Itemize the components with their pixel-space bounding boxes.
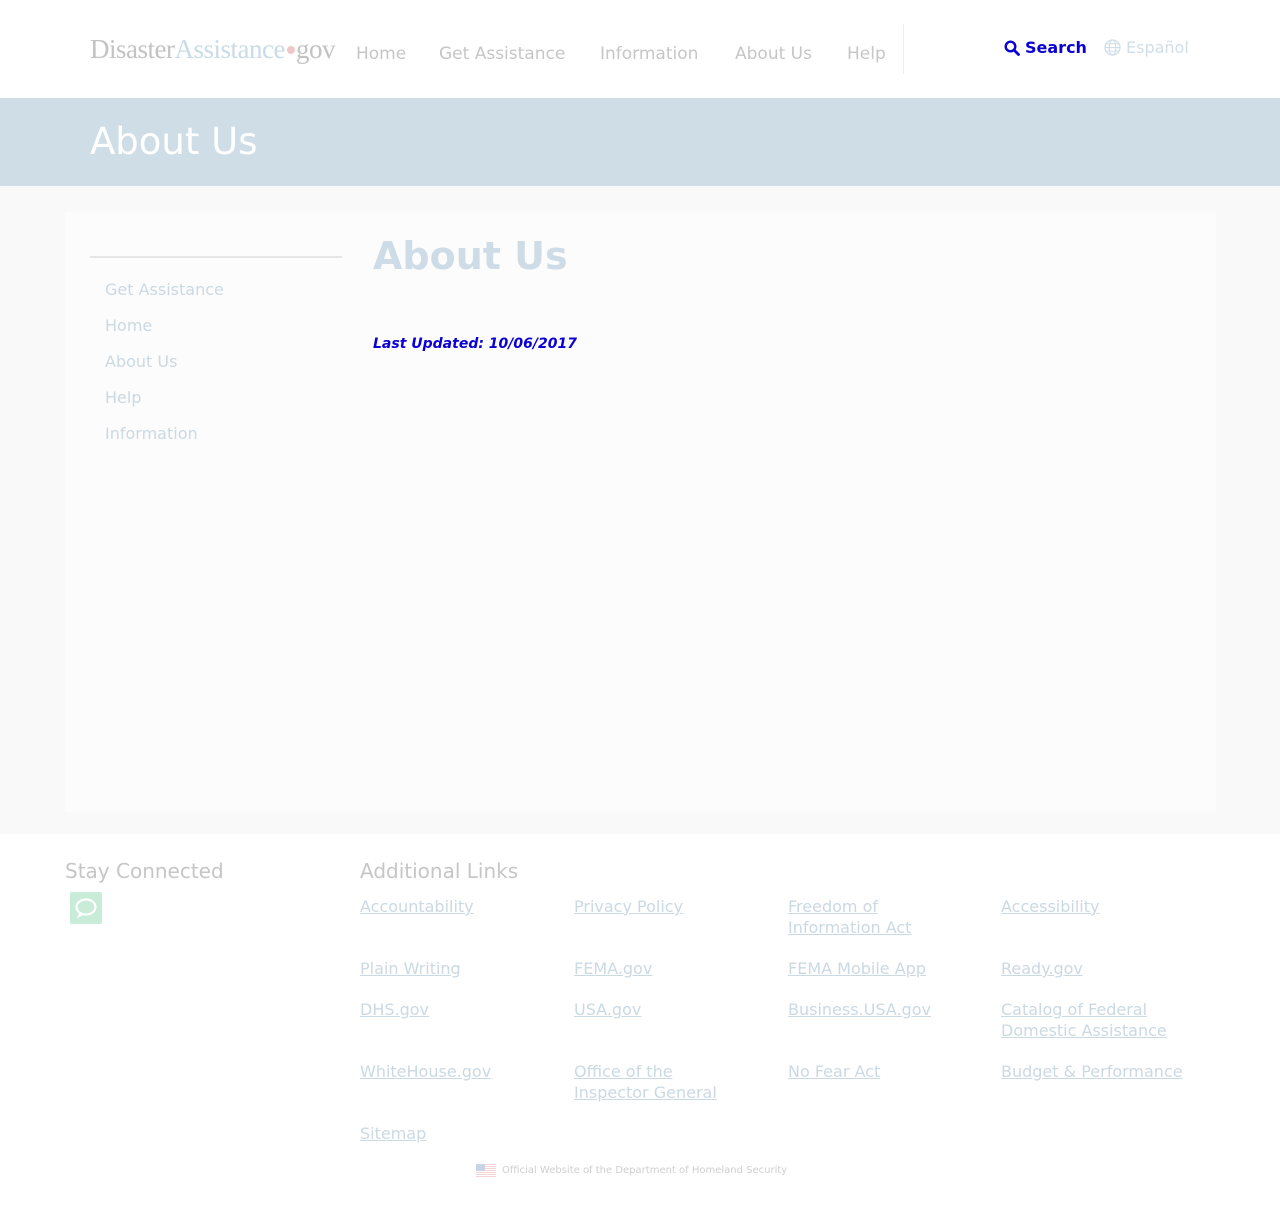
nav-help[interactable]: Help <box>847 44 886 64</box>
sidebar-item-help[interactable]: Help <box>105 388 141 407</box>
site-logo[interactable]: DisasterAssistance gov <box>90 34 335 64</box>
speech-bubble-icon <box>75 898 97 919</box>
footer-link-budget-performance[interactable]: Budget & Performance <box>1001 1061 1183 1082</box>
nav-home[interactable]: Home <box>356 44 406 64</box>
footer-link-business-usa[interactable]: Business.USA.gov <box>788 999 931 1020</box>
search-icon <box>1004 39 1020 56</box>
footer-link-catalog-line1: Catalog of Federal <box>1001 1000 1148 1019</box>
footer-link-inspector-general[interactable]: Office of the Inspector General <box>574 1061 717 1103</box>
page-title: About Us <box>373 234 568 278</box>
sidebar-item-get-assistance[interactable]: Get Assistance <box>105 280 224 299</box>
nav-about-us[interactable]: About Us <box>735 44 812 64</box>
language-toggle[interactable]: Español <box>1104 38 1189 57</box>
footer-link-catalog-line2: Domestic Assistance <box>1001 1021 1167 1040</box>
footer-link-accessibility[interactable]: Accessibility <box>1001 896 1099 917</box>
logo-part-gov: gov <box>295 34 336 64</box>
footer-link-usa[interactable]: USA.gov <box>574 999 641 1020</box>
search-label: Search <box>1025 38 1087 57</box>
sidebar-divider <box>90 256 342 258</box>
footer-link-ready[interactable]: Ready.gov <box>1001 958 1083 979</box>
banner-title: About Us <box>90 120 258 163</box>
globe-icon <box>1104 39 1121 56</box>
additional-links-heading: Additional Links <box>360 859 519 883</box>
logo-part-disaster: Disaster <box>90 34 175 64</box>
official-website-text: Official Website of the Department of Ho… <box>502 1165 788 1176</box>
sidebar-item-information[interactable]: Information <box>105 424 198 443</box>
footer-link-fema[interactable]: FEMA.gov <box>574 958 652 979</box>
footer-link-fema-mobile-app[interactable]: FEMA Mobile App <box>788 958 926 979</box>
chat-icon[interactable] <box>70 892 102 924</box>
site-header: DisasterAssistance gov Home Get Assistanc… <box>0 0 1280 98</box>
footer-link-catalog-federal-assistance[interactable]: Catalog of Federal Domestic Assistance <box>1001 999 1167 1041</box>
last-updated-text: Last Updated: 10/06/2017 <box>373 336 577 352</box>
footer-link-no-fear-act[interactable]: No Fear Act <box>788 1061 880 1082</box>
logo-dot <box>286 46 295 55</box>
sidebar-item-home[interactable]: Home <box>105 316 152 335</box>
content-card <box>65 212 1216 812</box>
nav-get-assistance[interactable]: Get Assistance <box>439 44 565 64</box>
footer-link-privacy-policy[interactable]: Privacy Policy <box>574 896 683 917</box>
nav-divider <box>903 24 904 74</box>
footer-link-accountability[interactable]: Accountability <box>360 896 474 917</box>
search-button[interactable]: Search <box>1004 38 1087 57</box>
language-label: Español <box>1126 38 1189 57</box>
footer-link-foia-line1: Freedom of <box>788 897 878 916</box>
page-banner: About Us <box>0 98 1280 186</box>
footer-link-oig-line2: Inspector General <box>574 1083 717 1102</box>
logo-part-assistance: Assistance <box>174 34 285 64</box>
official-website-notice: Official Website of the Department of Ho… <box>476 1164 787 1177</box>
footer-link-oig-line1: Office of the <box>574 1062 673 1081</box>
stay-connected-heading: Stay Connected <box>65 859 224 883</box>
nav-information[interactable]: Information <box>600 44 698 64</box>
footer-link-foia-line2: Information Act <box>788 918 912 937</box>
sidebar-item-about-us[interactable]: About Us <box>105 352 177 371</box>
footer-link-plain-writing[interactable]: Plain Writing <box>360 958 461 979</box>
us-flag-icon <box>476 1164 496 1177</box>
footer-link-whitehouse[interactable]: WhiteHouse.gov <box>360 1061 491 1082</box>
footer-link-foia[interactable]: Freedom of Information Act <box>788 896 911 938</box>
footer-link-sitemap[interactable]: Sitemap <box>360 1123 426 1144</box>
footer-link-dhs[interactable]: DHS.gov <box>360 999 429 1020</box>
